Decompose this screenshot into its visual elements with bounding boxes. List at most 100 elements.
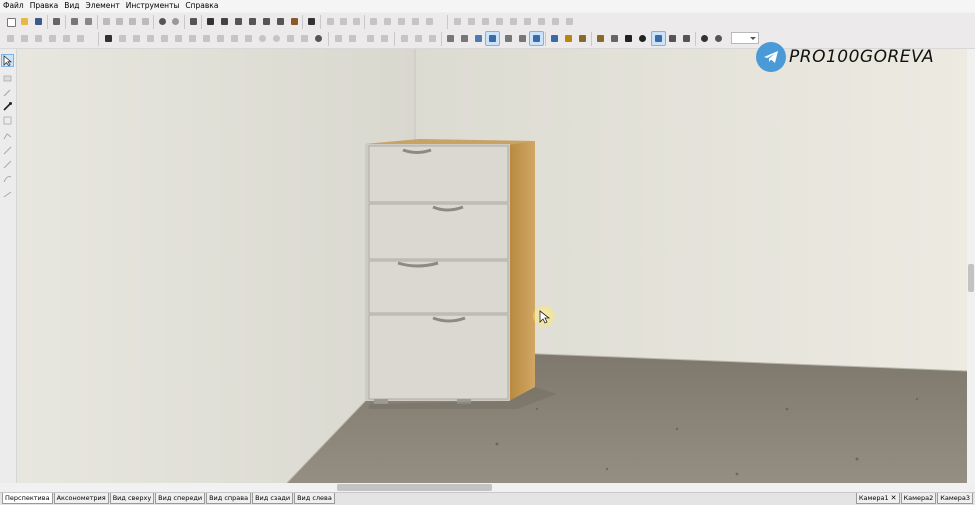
dimension-v-icon[interactable] — [364, 32, 377, 45]
equal-depth-icon[interactable] — [242, 32, 255, 45]
menu-help[interactable]: Справка — [182, 0, 221, 12]
lamp-icon[interactable] — [576, 32, 589, 45]
vertical-scrollbar[interactable] — [967, 49, 975, 483]
view-hidden-icon[interactable] — [458, 32, 471, 45]
move-up-icon[interactable] — [451, 15, 464, 28]
shadow-icon[interactable] — [562, 32, 575, 45]
print-icon[interactable] — [68, 15, 81, 28]
equal-width-icon[interactable] — [214, 32, 227, 45]
align-top-icon[interactable] — [130, 32, 143, 45]
undo-icon[interactable] — [4, 32, 17, 45]
view-solid-icon[interactable] — [529, 31, 544, 46]
vertical-scroll-thumb[interactable] — [968, 264, 974, 292]
tab-camera-1[interactable]: Камера1 ✕ — [855, 493, 900, 504]
magnet-icon[interactable] — [698, 32, 711, 45]
sum-icon[interactable] — [305, 15, 318, 28]
select-mode-icon[interactable] — [651, 31, 666, 46]
checker-icon[interactable] — [622, 32, 635, 45]
texture-icon[interactable] — [594, 32, 607, 45]
grid-icon[interactable] — [102, 32, 115, 45]
menu-edit[interactable]: Правка — [27, 0, 62, 12]
tab-axonometry[interactable]: Аксонометрия — [53, 493, 109, 504]
flip-h-icon[interactable] — [60, 32, 73, 45]
wall-icon[interactable] — [2, 73, 13, 84]
cross-icon[interactable] — [186, 32, 199, 45]
align-left-icon[interactable] — [324, 15, 337, 28]
pen-icon[interactable] — [2, 87, 13, 98]
scale-tool-icon[interactable] — [2, 145, 13, 156]
mirror-icon[interactable] — [409, 15, 422, 28]
layout-icon[interactable] — [218, 15, 231, 28]
measure-tool-icon[interactable] — [2, 189, 13, 200]
move-back-icon[interactable] — [521, 15, 534, 28]
dimension-h-icon[interactable] — [332, 32, 345, 45]
center-h-icon[interactable] — [158, 32, 171, 45]
menu-element[interactable]: Элемент — [83, 0, 123, 12]
new-file-icon[interactable] — [4, 15, 17, 28]
tab-top-view[interactable]: Вид сверху — [109, 493, 155, 504]
window-icon[interactable] — [204, 15, 217, 28]
tab-camera-2[interactable]: Камера2 — [900, 493, 937, 504]
snap-icon[interactable] — [535, 15, 548, 28]
ellipse-icon[interactable] — [256, 32, 269, 45]
settings-icon[interactable] — [312, 32, 325, 45]
eye-icon[interactable] — [636, 32, 649, 45]
group-icon[interactable] — [260, 15, 273, 28]
distribute-v-icon[interactable] — [381, 15, 394, 28]
dimension-icon[interactable] — [346, 32, 359, 45]
zoom-in-icon[interactable] — [398, 32, 411, 45]
view-textured-icon[interactable] — [485, 31, 500, 46]
export-icon[interactable] — [50, 15, 63, 28]
zoom-fit-icon[interactable] — [426, 32, 439, 45]
hide-icon[interactable] — [284, 32, 297, 45]
3d-viewport[interactable] — [17, 49, 967, 483]
properties-icon[interactable] — [187, 15, 200, 28]
tab-camera-3[interactable]: Камера3 — [937, 493, 973, 504]
center-icon[interactable] — [200, 32, 213, 45]
align-center-icon[interactable] — [350, 15, 363, 28]
move-down-icon[interactable] — [465, 15, 478, 28]
cut-icon[interactable] — [100, 15, 113, 28]
ruler-icon[interactable] — [608, 32, 621, 45]
horizontal-scroll-thumb[interactable] — [337, 484, 492, 491]
cabinet-icon[interactable] — [232, 15, 245, 28]
align-right-icon[interactable] — [337, 15, 350, 28]
dimension-d-icon[interactable] — [378, 32, 391, 45]
align-bottom-icon[interactable] — [144, 32, 157, 45]
rotate-icon[interactable] — [395, 15, 408, 28]
tab-left-view[interactable]: Вид слева — [294, 493, 335, 504]
zoom-select[interactable] — [731, 32, 759, 44]
camera-icon[interactable] — [274, 15, 287, 28]
select-arrow-icon[interactable] — [1, 54, 14, 67]
tab-front-view[interactable]: Вид спереди — [155, 493, 206, 504]
distribute-icon[interactable] — [367, 15, 380, 28]
tab-back-view[interactable]: Вид сзади — [252, 493, 294, 504]
tab-perspective[interactable]: Перспектива — [2, 493, 53, 504]
menu-view[interactable]: Вид — [61, 0, 82, 12]
stretch-icon[interactable] — [549, 15, 562, 28]
close-icon[interactable]: ✕ — [891, 493, 897, 503]
move-front-icon[interactable] — [507, 15, 520, 28]
copy-icon[interactable] — [113, 15, 126, 28]
flip-v-icon[interactable] — [74, 32, 87, 45]
save-icon[interactable] — [32, 15, 45, 28]
material-icon[interactable] — [169, 15, 182, 28]
zoom-out-icon[interactable] — [412, 32, 425, 45]
rotate-left-icon[interactable] — [32, 32, 45, 45]
menu-tools[interactable]: Инструменты — [123, 0, 183, 12]
panel-icon[interactable] — [246, 15, 259, 28]
rotate-right-icon[interactable] — [46, 32, 59, 45]
dimensions-icon[interactable] — [680, 32, 693, 45]
measure-icon[interactable] — [666, 32, 679, 45]
ring-icon[interactable] — [270, 32, 283, 45]
horizontal-scrollbar[interactable] — [17, 483, 967, 492]
delete-icon[interactable] — [139, 15, 152, 28]
paste-icon[interactable] — [126, 15, 139, 28]
open-folder-icon[interactable] — [18, 15, 31, 28]
show-icon[interactable] — [298, 32, 311, 45]
view-outline-icon[interactable] — [516, 32, 529, 45]
view-edges-icon[interactable] — [502, 32, 515, 45]
render-icon[interactable] — [156, 15, 169, 28]
pivot-icon[interactable] — [712, 32, 725, 45]
equal-height-icon[interactable] — [228, 32, 241, 45]
